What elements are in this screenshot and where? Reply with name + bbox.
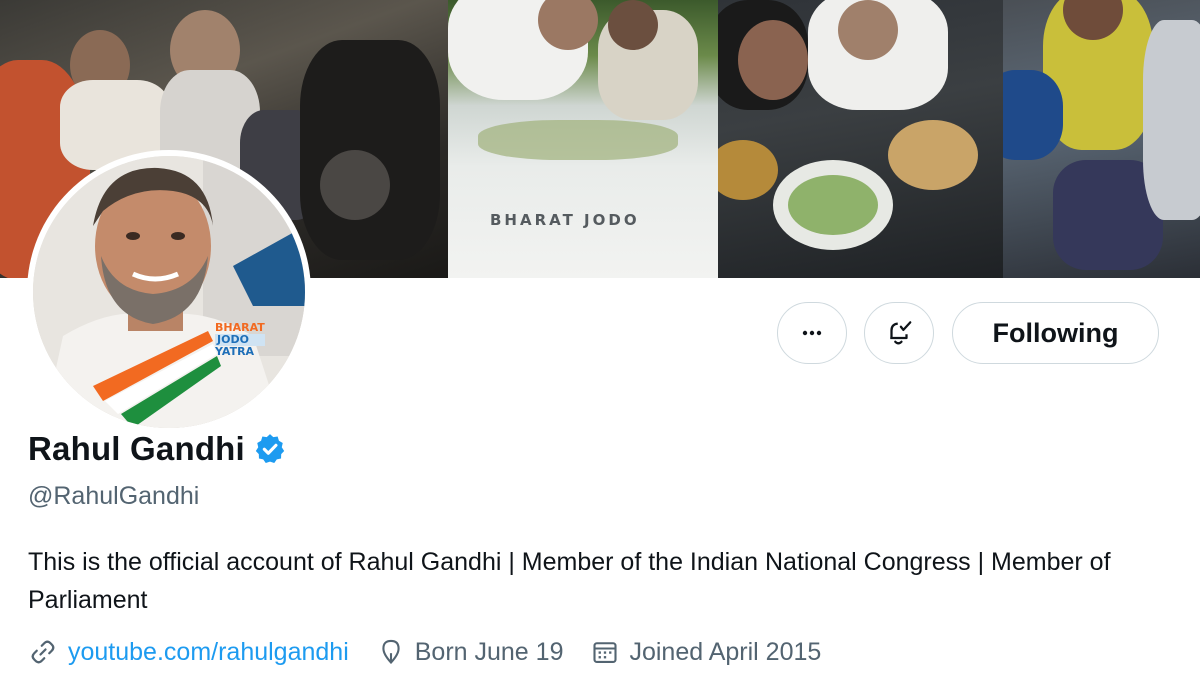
more-button[interactable] xyxy=(777,302,847,364)
birthday-text: Born June 19 xyxy=(414,637,564,666)
profile-handle: @RahulGandhi xyxy=(28,482,200,510)
bharat-jodo-yatra-logo: BHARAT JODO YATRA xyxy=(215,321,265,358)
calendar-icon xyxy=(593,642,618,663)
banner-caption: BHARAT JODO xyxy=(490,211,640,229)
banner-photo-delivery xyxy=(1003,0,1200,278)
profile-meta: youtube.com/rahulgandhi Born June 19 Joi… xyxy=(28,637,849,667)
avatar-image: BHARAT JODO YATRA xyxy=(33,156,305,428)
profile-name-row: Rahul Gandhi xyxy=(28,430,287,468)
joined-text: Joined April 2015 xyxy=(629,637,822,666)
link-icon xyxy=(31,640,55,664)
joined-item: Joined April 2015 xyxy=(591,638,821,667)
following-button[interactable]: Following xyxy=(952,302,1159,364)
display-name: Rahul Gandhi xyxy=(28,430,245,467)
website-link[interactable]: youtube.com/rahulgandhi xyxy=(68,638,349,667)
banner-photo-meal xyxy=(718,0,1003,278)
bell-check-icon xyxy=(890,321,912,345)
birthday-item: Born June 19 xyxy=(377,637,564,667)
avatar-portrait xyxy=(33,156,305,428)
location-pin-icon xyxy=(382,639,400,665)
website-item: youtube.com/rahulgandhi xyxy=(28,637,349,667)
verified-badge-icon[interactable] xyxy=(253,432,287,466)
more-horizontal-icon xyxy=(802,330,822,336)
profile-avatar[interactable]: BHARAT JODO YATRA xyxy=(27,150,311,434)
profile-bio: This is the official account of Rahul Ga… xyxy=(28,548,1111,614)
notifications-button[interactable] xyxy=(864,302,934,364)
banner-photo-field xyxy=(448,0,718,278)
